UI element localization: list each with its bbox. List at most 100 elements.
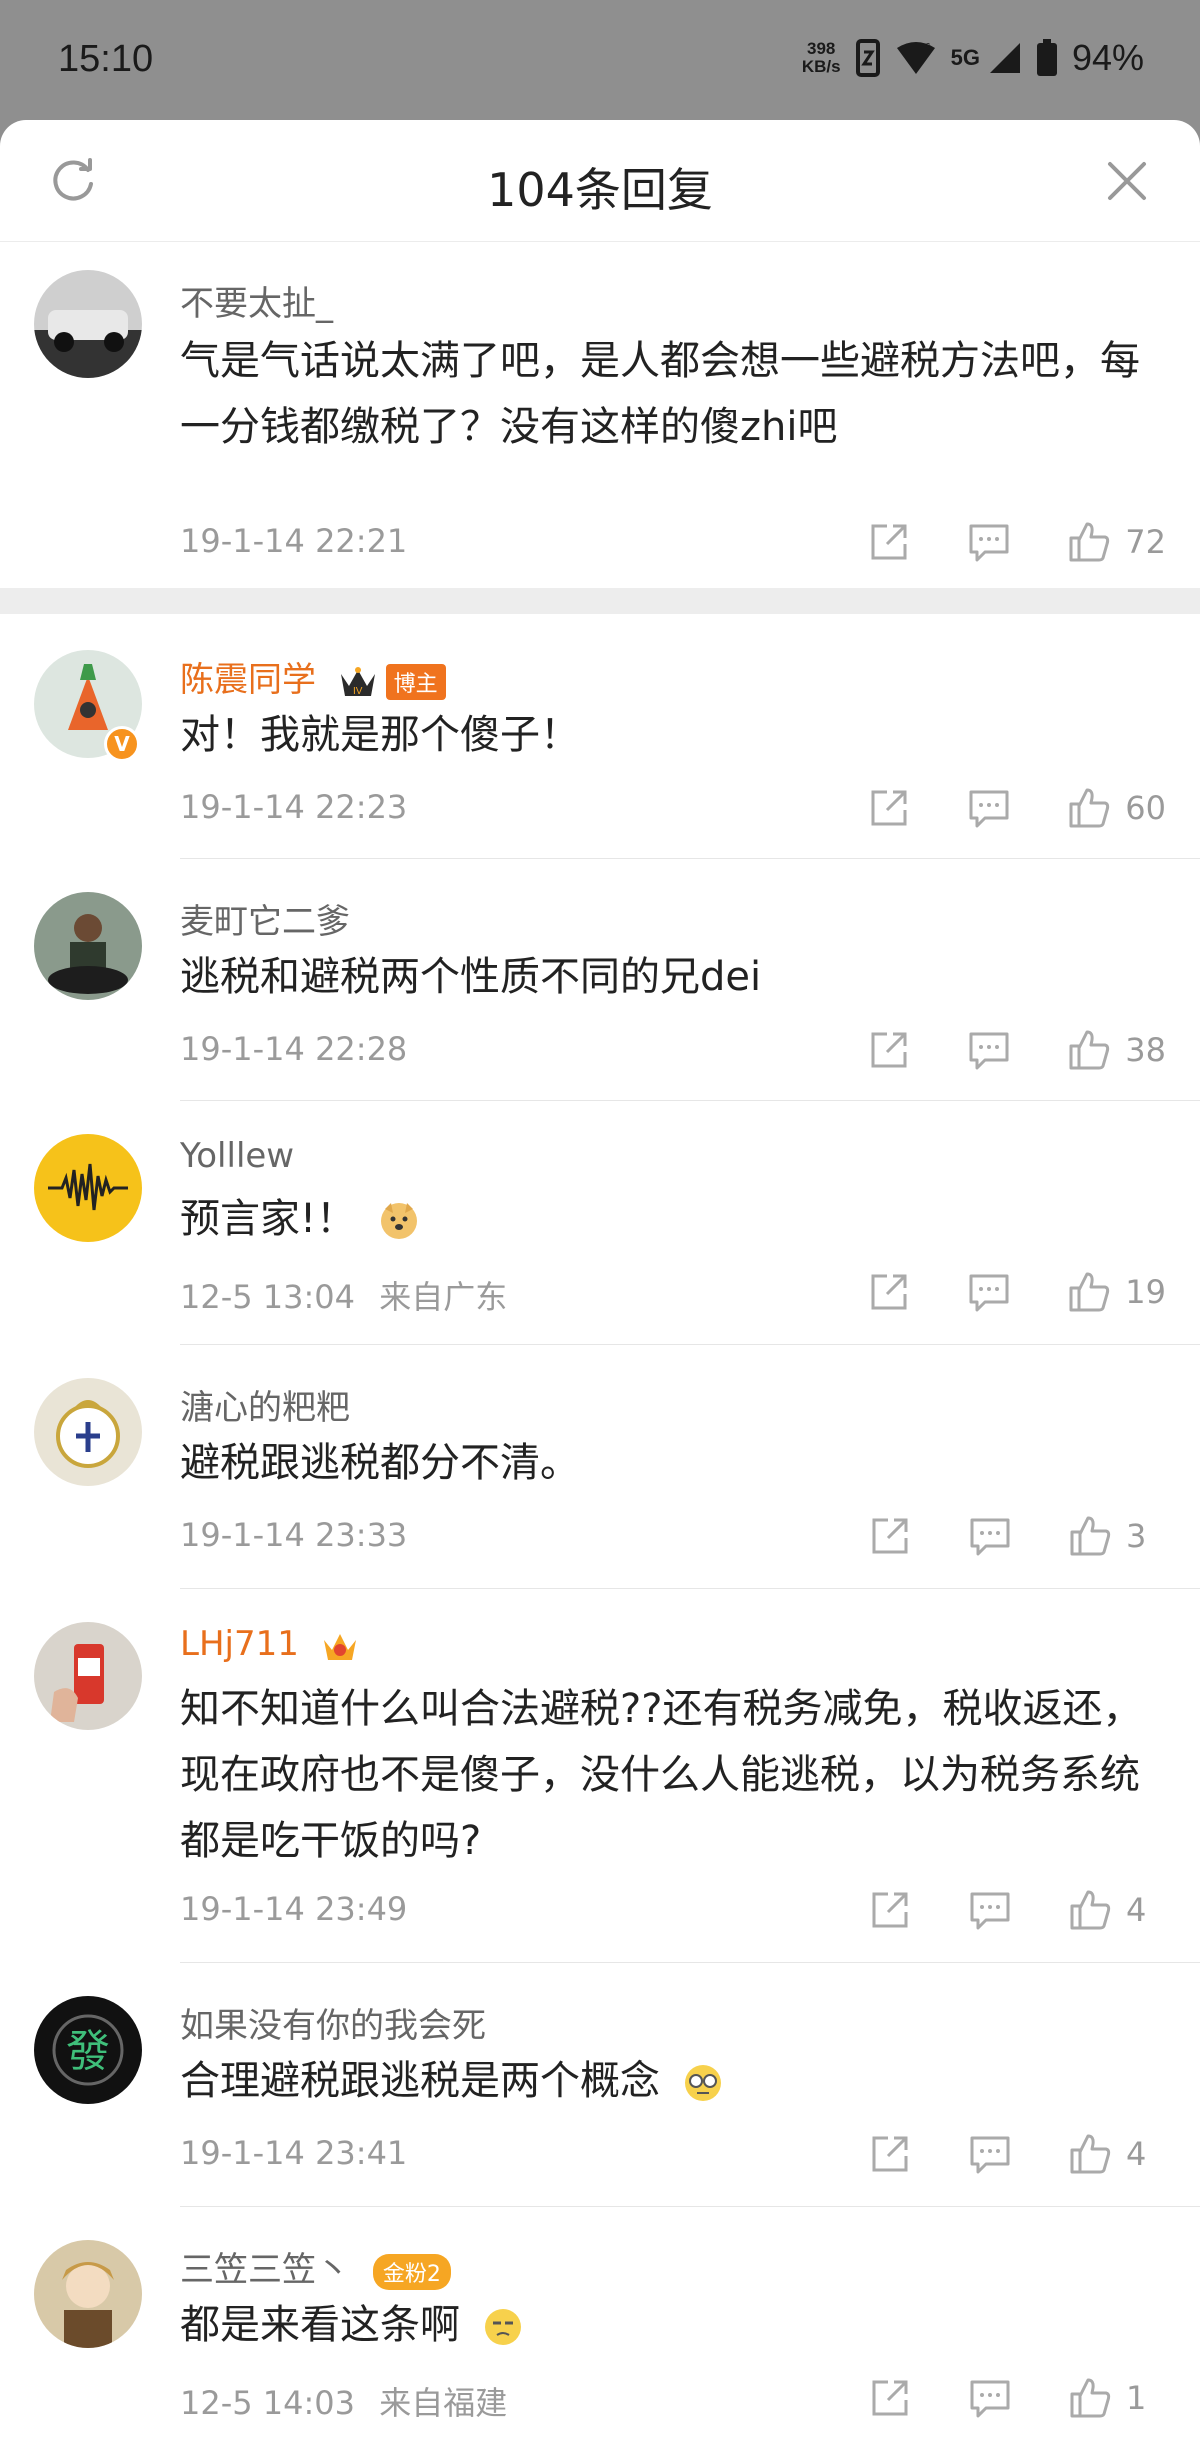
network-type: 5G (950, 45, 980, 70)
avatar[interactable] (34, 1378, 142, 1486)
like-count: 3 (1126, 1517, 1147, 1555)
battery-icon (1036, 39, 1057, 76)
comment-actions: 19 (867, 1268, 1166, 1316)
thinking-emoji-icon (484, 2309, 521, 2345)
net-speed-unit: KB/s (801, 57, 841, 76)
net-speed: 398 KB/s (802, 40, 841, 76)
like-count: 19 (1125, 1273, 1166, 1311)
share-icon[interactable] (867, 1028, 911, 1072)
comment-text: 对！我就是那个傻子！ (180, 712, 580, 758)
comment-username[interactable]: 如果没有你的我会死 (180, 1998, 486, 2047)
comment-text: 合理避税跟逃税是两个概念 (180, 2048, 1160, 2114)
username-text: LHj711 (180, 1624, 299, 1664)
comment-text: 知不知道什么叫合法避税??还有税务减免，税收返还，现在政府也不是傻子，没什么人能… (180, 1686, 1143, 1864)
avatar[interactable] (34, 892, 142, 1000)
comment-text-body: 合理避税跟逃税是两个概念 (180, 2058, 660, 2104)
comment-username[interactable]: 麦町它二爹 (180, 894, 350, 943)
glasses-emoji-icon (684, 2065, 721, 2101)
share-icon[interactable] (867, 1270, 911, 1314)
comment-icon[interactable] (968, 2376, 1012, 2420)
avatar[interactable] (34, 2240, 142, 2348)
like-icon[interactable] (1068, 1888, 1112, 1932)
comment-username[interactable]: Yolllew (180, 1136, 294, 1176)
comment-icon[interactable] (967, 1028, 1011, 1072)
comment-meta: 12-5 14:03 来自福建 (180, 2378, 507, 2424)
comment-time: 19-1-14 23:49 (180, 1890, 408, 1928)
comment-actions: 4 (868, 1886, 1166, 1934)
nfc-icon (855, 39, 880, 77)
like-count: 72 (1125, 523, 1166, 561)
like-icon[interactable] (1067, 786, 1111, 830)
comment-text-body: 都是来看这条啊 (180, 2302, 460, 2348)
comment-icon[interactable] (968, 2132, 1012, 2176)
share-icon[interactable] (868, 1514, 912, 1558)
comment-actions: 1 (868, 2374, 1166, 2422)
doge-emoji-icon (380, 1203, 417, 1239)
net-speed-value: 398 (807, 39, 836, 58)
avatar[interactable] (34, 1134, 142, 1242)
comment-divider (180, 1962, 1200, 1963)
svg-text:IV: IV (353, 686, 363, 697)
comment-icon[interactable] (967, 786, 1011, 830)
avatar[interactable] (34, 1622, 142, 1730)
blogger-badge: 博主 (385, 663, 446, 700)
status-bar: 15:10 398 KB/s 6 5G 94% (0, 0, 1200, 120)
status-time: 15:10 (58, 38, 154, 80)
share-icon[interactable] (868, 2132, 912, 2176)
like-count: 60 (1125, 789, 1166, 827)
fan-level-badge: 金粉2 (372, 2253, 451, 2290)
like-count: 4 (1126, 2135, 1147, 2173)
verified-badge: V (104, 726, 140, 762)
share-icon[interactable] (867, 786, 911, 830)
comment-actions: 72 (867, 518, 1166, 566)
like-icon[interactable] (1068, 1514, 1112, 1558)
like-icon[interactable] (1068, 2132, 1112, 2176)
comment-text: 气是气话说太满了吧，是人都会想一些避税方法吧，每一分钱都缴税了？没有这样的傻zh… (180, 338, 1140, 450)
like-icon[interactable] (1067, 1028, 1111, 1072)
battery-percent: 94% (1071, 37, 1144, 78)
comment-username[interactable]: 陈震同学 IV 博主 (180, 652, 446, 701)
comment-actions: 38 (867, 1026, 1166, 1074)
like-icon[interactable] (1067, 520, 1111, 564)
sheet-header: 104条回复 (0, 120, 1200, 242)
comment-icon[interactable] (967, 520, 1011, 564)
comment-meta: 12-5 13:04 来自广东 (180, 1272, 507, 1318)
username-text: 陈震同学 (180, 660, 316, 700)
comment-location: 来自福建 (379, 2384, 508, 2422)
comment-time: 12-5 14:03 (180, 2384, 356, 2422)
vip-crown-icon: IV (340, 666, 375, 697)
comment-username[interactable]: LHj711 (180, 1624, 360, 1664)
comment-actions: 60 (867, 784, 1166, 832)
like-icon[interactable] (1068, 2376, 1112, 2420)
comment-text: 预言家!！ (180, 1186, 1160, 1252)
comment-username[interactable]: 溏心的粑粑 (180, 1380, 350, 1429)
comment-actions: 3 (868, 1512, 1166, 1560)
close-icon[interactable] (1102, 156, 1152, 206)
comment-time: 19-1-14 22:28 (180, 1030, 408, 1068)
comment-icon[interactable] (968, 1514, 1012, 1558)
comment-divider (180, 858, 1200, 859)
comment-icon[interactable] (967, 1270, 1011, 1314)
avatar[interactable]: 發 (34, 1996, 142, 2104)
share-icon[interactable] (868, 1888, 912, 1932)
comment-time: 19-1-14 23:41 (180, 2134, 408, 2172)
reply-sheet: 104条回复 不要太扯_ 气是气话说太满了吧，是人都会想一些避税方法吧，每一分钱… (0, 120, 1200, 2440)
comment-location: 来自广东 (379, 1278, 508, 1316)
sheet-title: 104条回复 (487, 163, 713, 217)
share-icon[interactable] (868, 2376, 912, 2420)
share-icon[interactable] (867, 520, 911, 564)
section-separator (0, 588, 1200, 614)
comment-icon[interactable] (968, 1888, 1012, 1932)
comment-time: 19-1-14 22:23 (180, 788, 408, 826)
comment-text: 避税跟逃税都分不清。 (180, 1440, 580, 1486)
avatar[interactable] (34, 270, 142, 378)
like-icon[interactable] (1067, 1270, 1111, 1314)
comment-divider (180, 1100, 1200, 1101)
username-text: 三笠三笠丶 (180, 2250, 350, 2290)
comment-text: 逃税和避税两个性质不同的兄dei (180, 954, 762, 1000)
wifi-icon: 6 (896, 42, 935, 74)
comment-divider (180, 2206, 1200, 2207)
comment-username[interactable]: 不要太扯_ (180, 276, 333, 325)
vip-crown-icon (323, 1633, 356, 1660)
comment-username[interactable]: 三笠三笠丶 金粉2 (180, 2242, 451, 2291)
